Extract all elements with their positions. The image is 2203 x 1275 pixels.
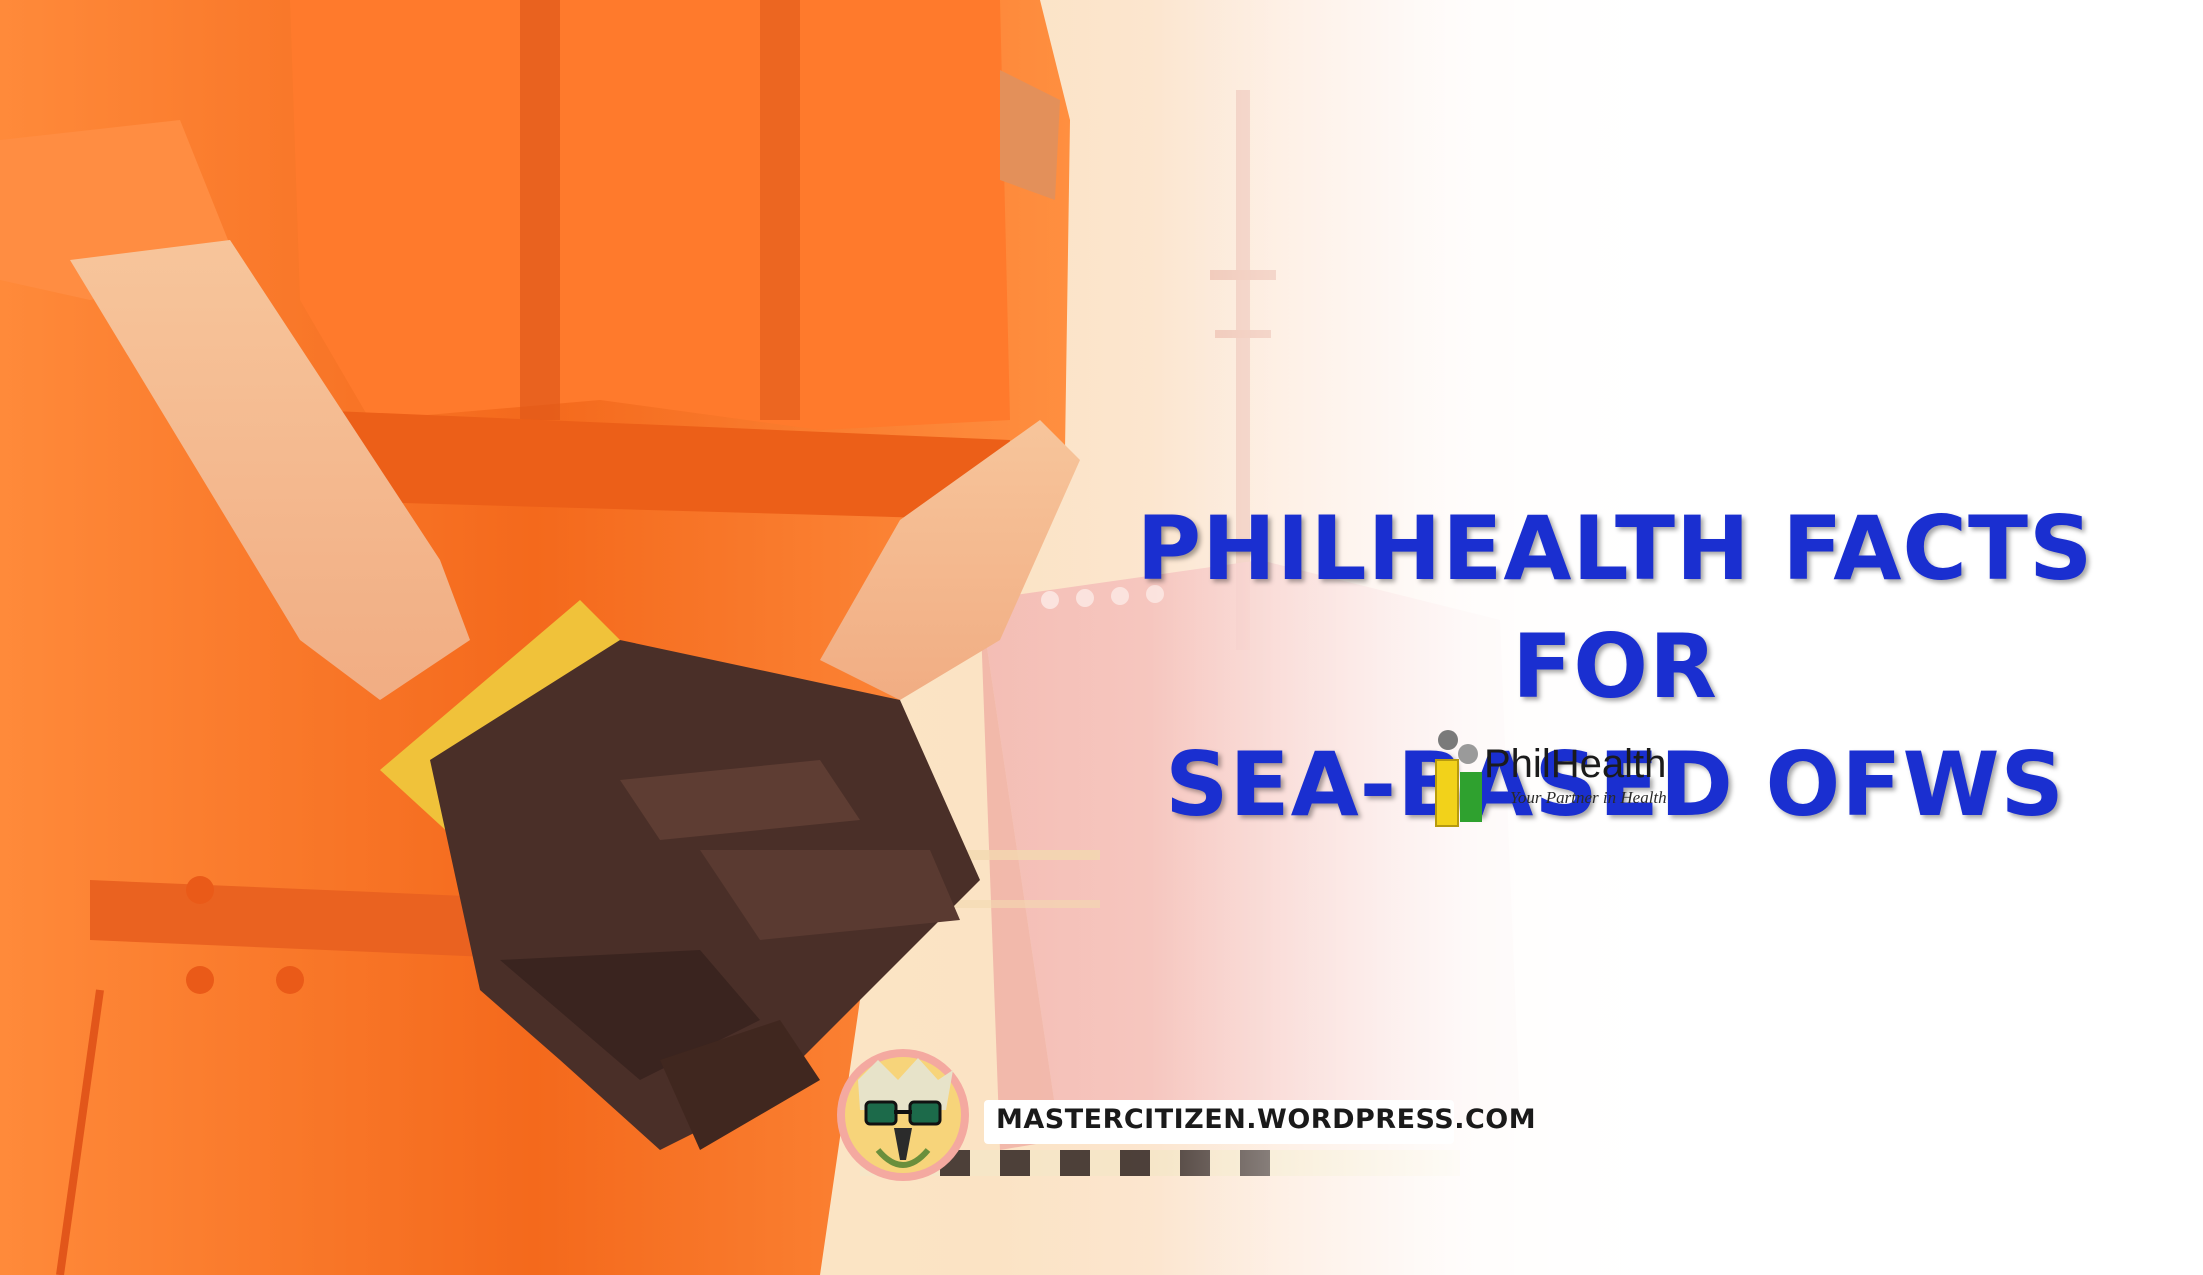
headline-line-1: PHILHEALTH FACTS FOR [1136,497,2094,718]
philhealth-logo-tagline: Your Partner in Health [1510,788,1667,807]
watermark-url: MASTERCITIZEN.WORDPRESS.COM [996,1104,1537,1135]
philhealth-logo-name: PhilHealth [1484,742,1667,786]
hero-image: PHILHEALTH FACTS FOR SEA-BASED OFWS Phil… [0,0,2203,1275]
eagle-mascot-icon [837,1049,969,1181]
